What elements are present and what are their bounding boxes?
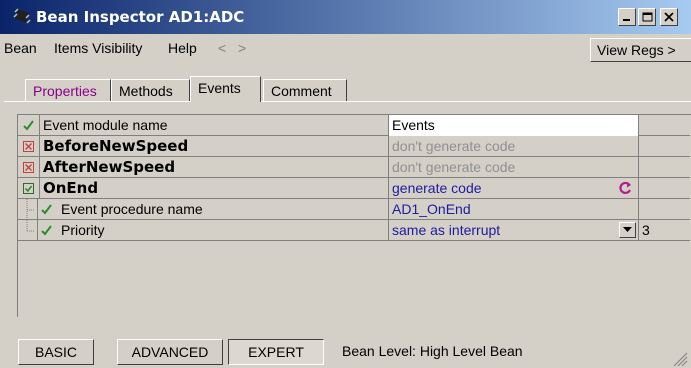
disabled-checkbox-icon[interactable] bbox=[22, 140, 35, 153]
tab-properties[interactable]: Properties bbox=[25, 79, 111, 102]
extra-cell bbox=[638, 157, 690, 178]
column-divider bbox=[39, 178, 40, 199]
menu-bar: Bean Items Visibility Help < > bbox=[0, 34, 691, 62]
event-grid: Event module name Events BeforeNewSpeed … bbox=[17, 114, 691, 317]
event-value-cell[interactable]: don't generate code bbox=[388, 136, 638, 157]
event-value: don't generate code bbox=[392, 138, 516, 154]
tab-comment[interactable]: Comment bbox=[263, 79, 347, 102]
refresh-icon[interactable] bbox=[617, 180, 634, 197]
tab-strip: Properties Methods Events Comment bbox=[0, 62, 691, 102]
advanced-level-button[interactable]: ADVANCED bbox=[117, 339, 223, 365]
tab-properties-label: Properties bbox=[33, 83, 97, 99]
grid-row-event-module-name[interactable]: Event module name Events bbox=[18, 115, 690, 136]
window-title: Bean Inspector AD1:ADC bbox=[36, 8, 245, 26]
column-divider bbox=[39, 136, 40, 157]
column-divider bbox=[37, 220, 38, 241]
enabled-checkbox-icon[interactable] bbox=[22, 182, 35, 195]
grid-row-after-new-speed[interactable]: AfterNewSpeed don't generate code bbox=[18, 157, 690, 178]
priority-number: 3 bbox=[642, 222, 650, 238]
minimize-button[interactable] bbox=[618, 8, 636, 26]
bean-inspector-window: Bean Inspector AD1:ADC Bean Items Visibi… bbox=[0, 0, 691, 368]
view-regs-button[interactable]: View Regs > bbox=[590, 38, 691, 62]
event-value: don't generate code bbox=[392, 159, 516, 175]
check-icon bbox=[23, 120, 34, 131]
event-value-cell[interactable]: don't generate code bbox=[388, 157, 638, 178]
event-name: Priority bbox=[61, 222, 105, 238]
close-icon bbox=[664, 12, 674, 22]
expert-level-button[interactable]: EXPERT bbox=[228, 339, 324, 365]
event-value-cell[interactable]: generate code bbox=[388, 178, 638, 199]
minimize-icon bbox=[623, 19, 630, 21]
forward-button[interactable]: > bbox=[238, 40, 246, 56]
event-value: Events bbox=[392, 117, 435, 133]
event-name: BeforeNewSpeed bbox=[43, 137, 189, 155]
check-icon bbox=[41, 204, 52, 215]
event-value: AD1_OnEnd bbox=[392, 201, 471, 217]
tab-comment-label: Comment bbox=[271, 83, 332, 99]
title-bar[interactable]: Bean Inspector AD1:ADC bbox=[0, 0, 691, 34]
back-button[interactable]: < bbox=[218, 40, 226, 56]
column-divider bbox=[39, 115, 40, 136]
event-name: Event procedure name bbox=[61, 201, 203, 217]
grid-row-priority[interactable]: Priority same as interrupt 3 bbox=[18, 220, 690, 241]
grid-row-event-procedure-name[interactable]: Event procedure name AD1_OnEnd bbox=[18, 199, 690, 220]
tree-connector-icon bbox=[26, 220, 34, 232]
menu-help[interactable]: Help bbox=[168, 40, 197, 56]
event-value: same as interrupt bbox=[392, 222, 501, 238]
tree-connector-icon bbox=[26, 199, 34, 220]
event-value: generate code bbox=[392, 180, 482, 196]
extra-cell bbox=[638, 136, 690, 157]
column-divider bbox=[39, 157, 40, 178]
menu-bean[interactable]: Bean bbox=[4, 40, 37, 56]
priority-dropdown-button[interactable] bbox=[619, 222, 636, 238]
resize-grip-icon[interactable] bbox=[672, 352, 688, 366]
tab-methods-label: Methods bbox=[119, 83, 173, 99]
bean-level-text: Bean Level: High Level Bean bbox=[342, 343, 523, 359]
grid-row-on-end[interactable]: OnEnd generate code bbox=[18, 178, 690, 199]
extra-cell bbox=[638, 199, 690, 220]
menu-items-visibility[interactable]: Items Visibility bbox=[54, 40, 142, 56]
extra-cell bbox=[638, 178, 690, 199]
event-name: Event module name bbox=[43, 117, 168, 133]
maximize-icon bbox=[642, 12, 653, 22]
tab-divider bbox=[4, 101, 691, 102]
maximize-button[interactable] bbox=[638, 8, 656, 26]
chevron-down-icon bbox=[623, 227, 632, 232]
close-button[interactable] bbox=[660, 8, 678, 26]
column-divider bbox=[37, 199, 38, 220]
priority-number-cell[interactable]: 3 bbox=[638, 220, 690, 241]
grid-row-before-new-speed[interactable]: BeforeNewSpeed don't generate code bbox=[18, 136, 690, 157]
tab-methods[interactable]: Methods bbox=[111, 79, 190, 102]
basic-level-button[interactable]: BASIC bbox=[18, 339, 94, 365]
expert-level-label: EXPERT bbox=[248, 344, 304, 360]
disabled-checkbox-icon[interactable] bbox=[22, 161, 35, 174]
tab-events[interactable]: Events bbox=[190, 76, 261, 102]
event-value-cell[interactable]: AD1_OnEnd bbox=[388, 199, 638, 220]
tab-events-label: Events bbox=[198, 80, 241, 96]
basic-level-label: BASIC bbox=[34, 344, 77, 360]
extra-cell bbox=[638, 115, 690, 136]
event-value-cell[interactable]: same as interrupt bbox=[388, 220, 638, 241]
event-name: OnEnd bbox=[43, 179, 99, 197]
check-icon bbox=[41, 225, 52, 236]
advanced-level-label: ADVANCED bbox=[131, 344, 209, 360]
event-name: AfterNewSpeed bbox=[43, 158, 176, 176]
event-value-cell[interactable]: Events bbox=[388, 115, 638, 136]
bean-chip-icon bbox=[13, 8, 31, 24]
